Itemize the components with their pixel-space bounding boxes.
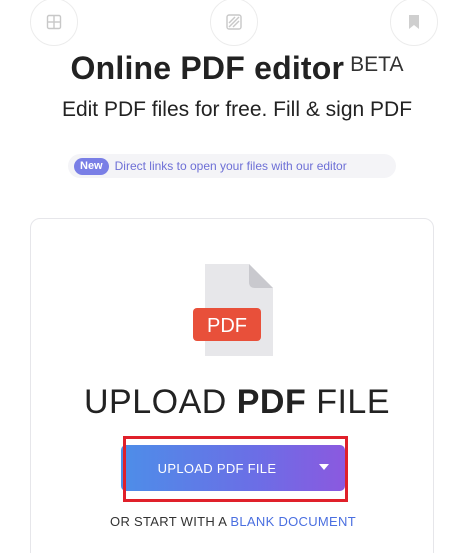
beta-label: BETA bbox=[350, 53, 404, 76]
page-title: Online PDF editor BETA bbox=[0, 50, 474, 87]
pdf-file-icon: PDF bbox=[193, 264, 273, 356]
blank-document-line: OR START WITH A BLANK DOCUMENT bbox=[0, 514, 466, 529]
upload-heading-post: FILE bbox=[306, 383, 390, 421]
new-feature-text: Direct links to open your files with our… bbox=[114, 159, 347, 173]
new-feature-banner[interactable]: New Direct links to open your files with… bbox=[68, 154, 396, 178]
upload-heading-pre: UPLOAD bbox=[83, 383, 237, 421]
pdf-editor-landing: Online PDF editor BETA Edit PDF files for… bbox=[0, 0, 474, 553]
blank-document-prefix: OR START WITH A bbox=[110, 514, 231, 529]
stripes-icon[interactable] bbox=[210, 0, 258, 46]
new-badge: New bbox=[74, 157, 109, 175]
title-text: Online PDF editor bbox=[70, 50, 345, 86]
upload-heading-bold: PDF bbox=[236, 383, 307, 421]
page-subtitle: Edit PDF files for free. Fill & sign PDF bbox=[61, 98, 413, 121]
bookmark-icon[interactable] bbox=[390, 0, 438, 46]
upload-button-highlight bbox=[123, 436, 348, 502]
grid-icon[interactable] bbox=[30, 0, 78, 46]
pdf-icon-label: PDF bbox=[207, 315, 247, 337]
upload-heading: UPLOAD PDF FILE bbox=[0, 383, 474, 422]
blank-document-link[interactable]: BLANK DOCUMENT bbox=[230, 514, 356, 529]
